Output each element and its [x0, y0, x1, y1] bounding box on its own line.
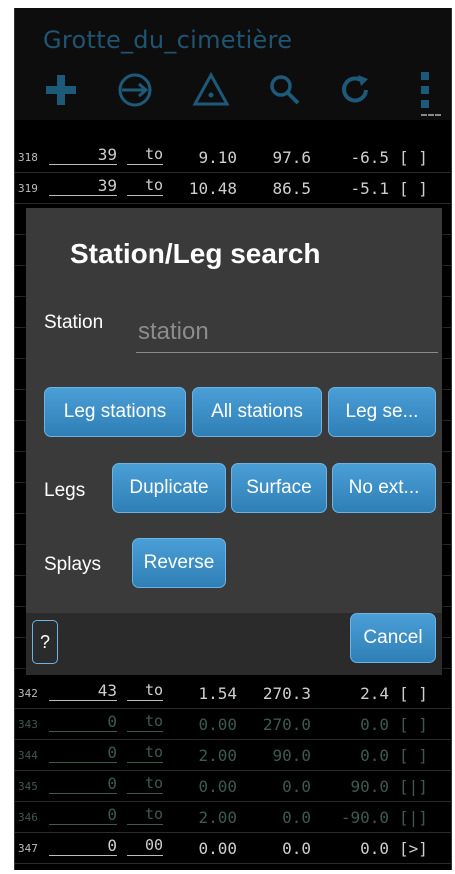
table-row[interactable]: 318 39 to 9.10 97.6 -6.5 [ ]: [15, 142, 451, 173]
splays-label: Splays: [44, 554, 102, 575]
plus-icon: [46, 75, 76, 105]
clino-value: 90.0: [350, 777, 389, 796]
flag-value: [ ]: [399, 715, 428, 734]
from-station[interactable]: 0: [49, 712, 117, 732]
length-value: 0.00: [198, 715, 237, 734]
station-label: Station: [44, 312, 104, 333]
row-index: 342: [18, 687, 38, 700]
leg-search-button[interactable]: Leg se...: [328, 387, 436, 437]
to-station[interactable]: to: [127, 774, 163, 794]
clino-value: 0.0: [360, 746, 389, 765]
refresh-icon: [342, 75, 368, 103]
clino-value: 2.4: [360, 684, 389, 703]
row-index: 343: [18, 718, 38, 731]
station-button[interactable]: [185, 68, 237, 112]
overflow-menu-button[interactable]: [403, 68, 447, 112]
no-extend-button[interactable]: No ext...: [332, 463, 436, 513]
azimuth-value: 90.0: [272, 746, 311, 765]
search-icon: [270, 75, 300, 105]
length-value: 0.00: [198, 839, 237, 858]
row-index: 319: [18, 182, 38, 195]
clino-value: 0.0: [360, 839, 389, 858]
leg-stations-button[interactable]: Leg stations: [44, 387, 186, 437]
length-value: 0.00: [198, 777, 237, 796]
table-row[interactable]: 347 0 00 0.00 0.0 0.0 [>]: [15, 833, 451, 864]
row-index: 318: [18, 151, 38, 164]
from-station[interactable]: 43: [49, 681, 117, 701]
flag-value: [ ]: [399, 684, 428, 703]
to-station[interactable]: to: [127, 145, 163, 165]
clino-value: -90.0: [340, 808, 389, 827]
search-button[interactable]: [259, 68, 311, 112]
to-station[interactable]: to: [127, 176, 163, 196]
flag-value: [>]: [399, 839, 428, 858]
station-input[interactable]: [136, 312, 438, 353]
app-bar: Grotte_du_cimetière: [15, 8, 451, 120]
azimuth-value: 270.0: [262, 715, 311, 734]
table-row[interactable]: 345 0 to 0.00 0.0 90.0 [|]: [15, 771, 451, 802]
clino-value: -6.5: [350, 148, 389, 167]
flag-value: [|]: [399, 777, 428, 796]
table-row[interactable]: 342 43 to 1.54 270.3 2.4 [ ]: [15, 678, 451, 709]
to-station[interactable]: to: [127, 743, 163, 763]
surface-button[interactable]: Surface: [231, 463, 327, 513]
from-station[interactable]: 39: [49, 145, 117, 165]
length-value: 9.10: [198, 148, 237, 167]
azimuth-value: 0.0: [282, 777, 311, 796]
azimuth-value: 0.0: [282, 808, 311, 827]
from-station[interactable]: 0: [49, 836, 117, 856]
from-station[interactable]: 0: [49, 743, 117, 763]
to-station[interactable]: to: [127, 712, 163, 732]
table-row[interactable]: 319 39 to 10.48 86.5 -5.1 [ ]: [15, 173, 451, 204]
flag-value: [ ]: [399, 148, 428, 167]
from-station[interactable]: 0: [49, 805, 117, 825]
clino-value: 0.0: [360, 715, 389, 734]
survey-title: Grotte_du_cimetière: [43, 26, 293, 54]
length-value: 1.54: [198, 684, 237, 703]
length-value: 10.48: [188, 179, 237, 198]
flag-value: [ ]: [399, 179, 428, 198]
toolbar: [15, 68, 451, 112]
row-index: 344: [18, 749, 38, 762]
help-button[interactable]: ?: [32, 620, 58, 664]
table-row[interactable]: 346 0 to 2.00 0.0 -90.0 [|]: [15, 802, 451, 833]
refresh-button[interactable]: [329, 68, 381, 112]
table-row[interactable]: 343 0 to 0.00 270.0 0.0 [ ]: [15, 709, 451, 740]
circle-arrow-icon: [118, 73, 152, 107]
length-value: 2.00: [198, 808, 237, 827]
cancel-button[interactable]: Cancel: [350, 613, 436, 663]
station-leg-search-dialog: Station/Leg search Station Leg stations …: [26, 208, 442, 675]
azimuth-value: 270.3: [262, 684, 311, 703]
duplicate-button[interactable]: Duplicate: [112, 463, 226, 513]
row-index: 346: [18, 811, 38, 824]
legs-label: Legs: [44, 480, 86, 501]
all-stations-button[interactable]: All stations: [192, 387, 322, 437]
azimuth-value: 0.0: [282, 839, 311, 858]
to-station[interactable]: to: [127, 805, 163, 825]
from-station[interactable]: 39: [49, 176, 117, 196]
clino-value: -5.1: [350, 179, 389, 198]
length-value: 2.00: [198, 746, 237, 765]
flag-value: [|]: [399, 808, 428, 827]
scroll-hint: [421, 114, 441, 118]
triangle-dot-icon: [192, 71, 230, 106]
azimuth-value: 86.5: [272, 179, 311, 198]
overflow-menu-icon: [421, 72, 429, 108]
add-button[interactable]: [35, 68, 87, 112]
table-row[interactable]: 344 0 to 2.00 90.0 0.0 [ ]: [15, 740, 451, 771]
to-station[interactable]: to: [127, 681, 163, 701]
from-station[interactable]: 0: [49, 774, 117, 794]
dialog-title: Station/Leg search: [70, 238, 321, 269]
reverse-button[interactable]: Reverse: [132, 538, 226, 588]
to-station[interactable]: 00: [127, 836, 163, 856]
station-nav-button[interactable]: [109, 68, 161, 112]
flag-value: [ ]: [399, 746, 428, 765]
row-index: 347: [18, 842, 38, 855]
dialog-footer: ? Cancel: [26, 613, 442, 675]
row-index: 345: [18, 780, 38, 793]
azimuth-value: 97.6: [272, 148, 311, 167]
